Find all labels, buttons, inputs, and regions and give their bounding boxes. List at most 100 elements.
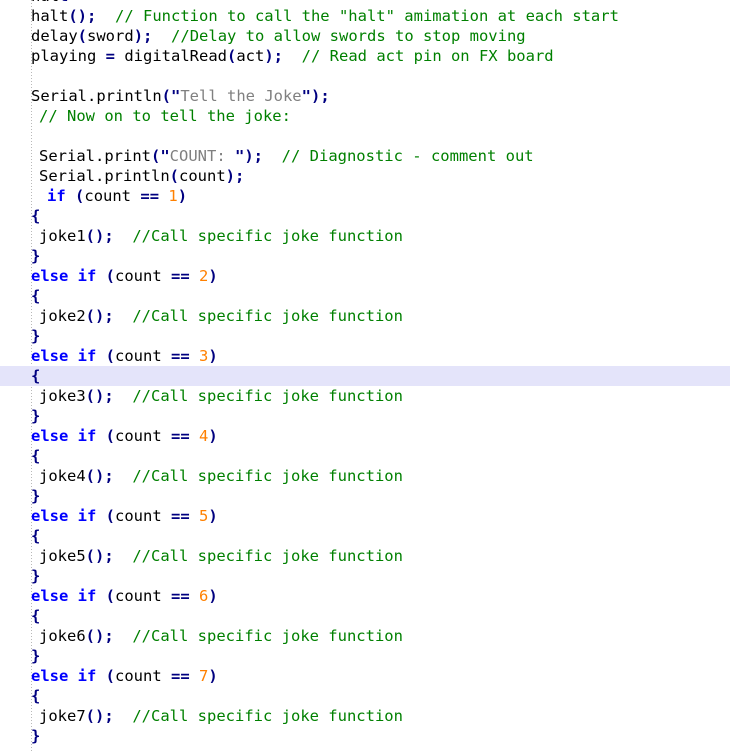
- code-line[interactable]: joke6(); //Call specific joke function: [0, 626, 730, 646]
- token-punct: ();: [85, 467, 114, 485]
- token-default: [263, 147, 282, 165]
- code-line[interactable]: halt(); // Function to call the "halt" a…: [0, 6, 730, 26]
- code-line[interactable]: {: [0, 206, 730, 226]
- code-line[interactable]: else if (count == 6): [0, 586, 730, 606]
- code-line[interactable]: joke2(); //Call specific joke function: [0, 306, 730, 326]
- token-punct: {: [31, 367, 41, 385]
- code-line[interactable]: Serial.println(count);: [0, 166, 730, 186]
- token-ident: delay: [31, 27, 78, 45]
- token-ident: count: [115, 507, 172, 525]
- code-line[interactable]: joke1(); //Call specific joke function: [0, 226, 730, 246]
- code-line[interactable]: joke4(); //Call specific joke function: [0, 466, 730, 486]
- token-comment: //Delay to allow swords to stop moving: [171, 27, 526, 45]
- code-line[interactable]: if (count == 1): [0, 186, 730, 206]
- token-number: 1: [168, 187, 178, 205]
- token-punct: ): [208, 667, 218, 685]
- code-line[interactable]: else if (count == 3): [0, 346, 730, 366]
- token-keyword: else if: [31, 347, 97, 365]
- code-line[interactable]: // Now on to tell the joke:: [0, 106, 730, 126]
- token-number: 2: [199, 267, 209, 285]
- token-default: [96, 587, 105, 605]
- token-quote: (": [161, 87, 181, 105]
- token-operator: ==: [171, 667, 190, 685]
- code-line[interactable]: }: [0, 566, 730, 586]
- token-punct: ();: [85, 227, 114, 245]
- code-line[interactable]: }: [0, 646, 730, 666]
- code-line[interactable]: [0, 126, 730, 146]
- code-line[interactable]: }: [0, 246, 730, 266]
- token-punct: ();: [68, 7, 97, 25]
- code-line[interactable]: Serial.print("COUNT: "); // Diagnostic -…: [0, 146, 730, 166]
- code-line[interactable]: {: [0, 366, 730, 386]
- token-punct: ): [208, 267, 218, 285]
- token-punct: }: [31, 407, 41, 425]
- token-ident: joke5: [39, 547, 86, 565]
- code-lines-container[interactable]: halthalt(); // Function to call the "hal…: [0, 0, 730, 746]
- code-line[interactable]: else if (count == 2): [0, 266, 730, 286]
- token-operator: ==: [140, 187, 160, 205]
- token-default: [283, 47, 302, 65]
- token-punct: (: [105, 427, 116, 445]
- token-punct: }: [31, 647, 41, 665]
- code-line[interactable]: {: [0, 606, 730, 626]
- code-line[interactable]: {: [0, 686, 730, 706]
- token-number: 5: [199, 507, 209, 525]
- token-comment: // Function to call the "halt" amimation…: [115, 7, 619, 25]
- token-default: [114, 387, 133, 405]
- token-default: [96, 347, 105, 365]
- token-default: [152, 27, 171, 45]
- token-ident: Serial.println: [39, 167, 170, 185]
- token-default: [96, 507, 105, 525]
- code-line[interactable]: Serial.println("Tell the Joke");: [0, 86, 730, 106]
- code-line[interactable]: joke5(); //Call specific joke function: [0, 546, 730, 566]
- token-punct: (: [75, 187, 85, 205]
- token-punct: {: [31, 287, 41, 305]
- token-punct: ): [208, 347, 218, 365]
- token-punct: {: [31, 687, 41, 705]
- code-line[interactable]: delay(sword); //Delay to allow swords to…: [0, 26, 730, 46]
- token-comment: //Call specific joke function: [132, 307, 403, 325]
- code-line[interactable]: playing = digitalRead(act); // Read act …: [0, 46, 730, 66]
- code-line[interactable]: else if (count == 7): [0, 666, 730, 686]
- code-line[interactable]: joke7(); //Call specific joke function: [0, 706, 730, 726]
- token-punct: ();: [85, 627, 114, 645]
- code-line[interactable]: [0, 66, 730, 86]
- token-punct: {: [31, 207, 41, 225]
- token-punct: (: [105, 587, 116, 605]
- code-line[interactable]: else if (count == 4): [0, 426, 730, 446]
- token-comment: //Call specific joke function: [132, 707, 403, 725]
- token-number: 6: [199, 587, 209, 605]
- code-line[interactable]: }: [0, 406, 730, 426]
- code-line[interactable]: }: [0, 726, 730, 746]
- token-quote: ");: [301, 87, 330, 105]
- token-string: COUNT:: [169, 147, 235, 165]
- token-default: [114, 467, 133, 485]
- token-punct: );: [264, 47, 283, 65]
- token-ident: sword: [87, 27, 134, 45]
- code-line[interactable]: else if (count == 5): [0, 506, 730, 526]
- token-ident: count: [115, 267, 172, 285]
- token-keyword: else if: [31, 507, 97, 525]
- token-ident: count: [115, 427, 172, 445]
- token-comment: //Call specific joke function: [132, 387, 403, 405]
- token-ident: count: [115, 347, 172, 365]
- code-editor-pane[interactable]: halthalt(); // Function to call the "hal…: [0, 0, 730, 753]
- token-ident: count: [115, 587, 172, 605]
- token-comment: // Read act pin on FX board: [301, 47, 554, 65]
- code-line[interactable]: {: [0, 446, 730, 466]
- token-default: [96, 7, 115, 25]
- token-punct: }: [31, 247, 41, 265]
- token-comment: // Diagnostic - comment out: [281, 147, 534, 165]
- token-default: [190, 427, 199, 445]
- token-punct: ();: [85, 707, 114, 725]
- code-line[interactable]: }: [0, 486, 730, 506]
- token-ident: joke6: [39, 627, 86, 645]
- code-line[interactable]: {: [0, 286, 730, 306]
- token-punct: );: [133, 27, 153, 45]
- token-quote: (": [150, 147, 170, 165]
- token-punct: ): [208, 587, 218, 605]
- code-line[interactable]: }: [0, 326, 730, 346]
- code-line[interactable]: {: [0, 526, 730, 546]
- token-number: 3: [199, 347, 209, 365]
- code-line[interactable]: joke3(); //Call specific joke function: [0, 386, 730, 406]
